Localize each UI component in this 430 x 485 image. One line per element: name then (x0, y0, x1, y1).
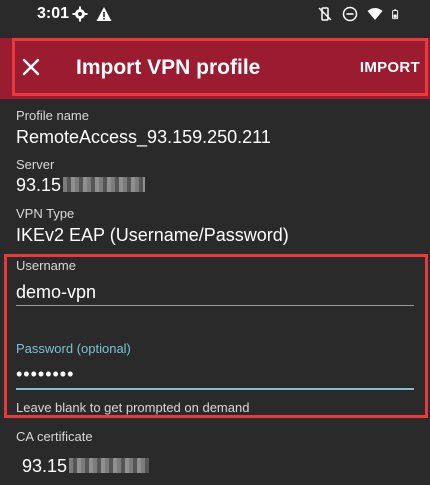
password-label: Password (optional) (16, 341, 131, 356)
vibrate-off-icon (318, 7, 332, 21)
server-value: 93.15 (16, 175, 146, 196)
ca-certificate-item[interactable]: 93.15 (22, 456, 150, 477)
ca-certificate-label: CA certificate (16, 429, 93, 444)
credentials-highlight (4, 254, 428, 418)
vpn-type-value: IKEv2 EAP (Username/Password) (16, 225, 289, 245)
profile-name-label: Profile name (16, 108, 89, 123)
username-field[interactable] (16, 280, 414, 304)
profile-name-value: RemoteAccess_93.159.250.211 (16, 127, 271, 147)
battery-icon (392, 9, 399, 20)
vpn-type-label: VPN Type (16, 206, 75, 221)
page-title: Import VPN profile (76, 56, 261, 79)
password-field[interactable]: •••••••• (16, 364, 414, 388)
gear-icon (72, 6, 88, 22)
status-time: 3:01 (37, 5, 70, 22)
password-hint: Leave blank to get prompted on demand (16, 400, 250, 415)
username-underline (16, 305, 414, 306)
import-button[interactable]: IMPORT (360, 59, 420, 76)
status-bar: 3:01 (0, 0, 430, 28)
redacted-blur (63, 177, 146, 192)
password-underline (16, 388, 414, 390)
ca-certificate-text: 93.15 (22, 456, 68, 476)
wifi-icon (367, 8, 383, 20)
do-not-disturb-icon (342, 6, 358, 22)
server-label: Server (16, 157, 55, 172)
status-left-icons (72, 6, 112, 22)
username-label: Username (16, 258, 76, 273)
warning-icon (96, 7, 112, 21)
server-value-text: 93.15 (16, 175, 62, 195)
redacted-blur (69, 458, 150, 473)
close-icon[interactable] (18, 54, 44, 80)
status-right-icons (317, 6, 402, 22)
